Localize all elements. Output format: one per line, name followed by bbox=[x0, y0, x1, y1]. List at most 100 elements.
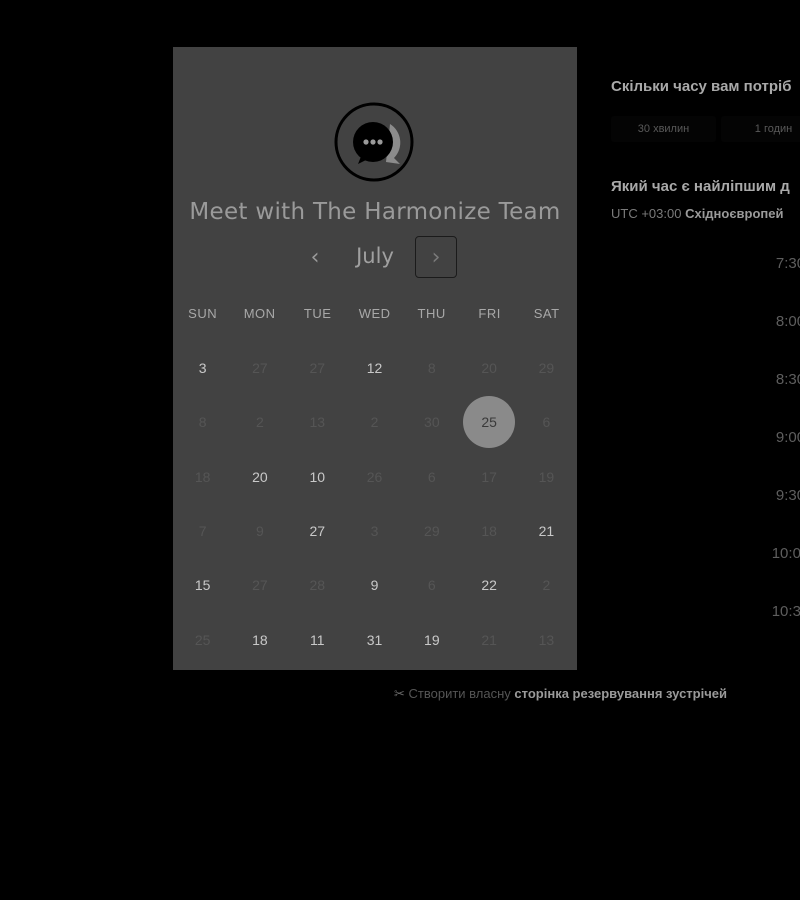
calendar-day-label: 18 bbox=[481, 523, 497, 540]
calendar-day: 6 bbox=[403, 450, 460, 504]
next-month-button[interactable]: › bbox=[415, 236, 457, 278]
calendar-day: 28 bbox=[289, 558, 346, 612]
calendar-day-label: 7 bbox=[198, 523, 207, 540]
calendar-panel: Meet with The Harmonize Team ‹ July › SU… bbox=[173, 47, 577, 670]
calendar-day: 18 bbox=[174, 450, 231, 504]
calendar-day-label: 27 bbox=[252, 577, 268, 594]
calendar-day: 29 bbox=[403, 504, 460, 558]
time-slot[interactable]: 10:30 pm bbox=[703, 591, 800, 631]
calendar-day-label: 6 bbox=[427, 468, 436, 485]
duration-option-30-min[interactable]: 30 хвилин bbox=[611, 116, 716, 142]
month-navigation: ‹ July › bbox=[173, 236, 577, 278]
calendar-day-label: 21 bbox=[481, 631, 497, 648]
weekday-sat: SAT bbox=[533, 306, 560, 321]
time-question: Який час є найліпшим д bbox=[611, 178, 790, 195]
calendar-day-label: 29 bbox=[538, 360, 555, 377]
calendar-day: 13 bbox=[289, 395, 346, 449]
calendar-day[interactable]: 11 bbox=[289, 613, 346, 667]
calendar-day[interactable]: 31 bbox=[346, 613, 403, 667]
weekday-thu: THU bbox=[417, 306, 446, 321]
calendar-day[interactable]: 10 bbox=[289, 450, 346, 504]
calendar-day: 29 bbox=[518, 341, 575, 395]
time-slot[interactable]: 8:30 pm bbox=[703, 359, 800, 399]
create-booking-page-link[interactable]: сторінка резервування зустрічей bbox=[514, 686, 727, 701]
calendar-day: 8 bbox=[174, 395, 231, 449]
calendar-day-label: 18 bbox=[252, 631, 268, 648]
calendar-day[interactable]: 27 bbox=[289, 504, 346, 558]
page: Meet with The Harmonize Team ‹ July › SU… bbox=[0, 0, 800, 900]
calendar-day-label: 26 bbox=[366, 468, 383, 485]
calendar-day: 2 bbox=[346, 395, 403, 449]
calendar-day: 26 bbox=[346, 450, 403, 504]
calendar-day[interactable]: 12 bbox=[346, 341, 403, 395]
calendar-day[interactable]: 20 bbox=[231, 450, 288, 504]
calendar-day-label: 15 bbox=[194, 577, 211, 594]
calendar-day-label: 27 bbox=[252, 360, 268, 377]
chevron-left-icon: ‹ bbox=[310, 244, 320, 270]
calendar-day-label: 18 bbox=[194, 468, 211, 485]
calendar-day-label: 29 bbox=[424, 523, 440, 540]
calendar-day-label: 9 bbox=[370, 577, 379, 594]
calendar-day[interactable]: 21 bbox=[518, 504, 575, 558]
time-slot[interactable]: 7:30 pm bbox=[703, 243, 800, 283]
calendar-day-label: 27 bbox=[309, 360, 326, 377]
calendar-day-label: 2 bbox=[370, 414, 379, 431]
calendar-day: 6 bbox=[403, 558, 460, 612]
calendar-day-label: 22 bbox=[481, 577, 497, 594]
weekday-wed: WED bbox=[358, 306, 391, 321]
calendar-day: 8 bbox=[403, 341, 460, 395]
calendar-day: 27 bbox=[231, 558, 288, 612]
booking-options: Скільки часу вам потріб 30 хвилин 1 годи… bbox=[611, 78, 800, 638]
weekday-sun: SUN bbox=[188, 306, 218, 321]
booking-title: Meet with The Harmonize Team bbox=[189, 199, 561, 225]
timezone-selector[interactable]: UTC +03:00 Східноєвропей bbox=[611, 206, 783, 221]
calendar-day-label: 13 bbox=[309, 414, 326, 431]
calendar-day: 2 bbox=[231, 395, 288, 449]
weekday-tue: TUE bbox=[303, 306, 332, 321]
calendar-day-label: 21 bbox=[538, 523, 555, 540]
calendar-day-label: 20 bbox=[252, 468, 268, 485]
calendar-day-label: 11 bbox=[309, 631, 325, 648]
calendar-day-label: 19 bbox=[538, 468, 555, 485]
time-slot[interactable]: 10:00 pm bbox=[703, 533, 800, 573]
harmonize-logo-icon bbox=[334, 102, 414, 182]
calendar-day: 30 bbox=[403, 395, 460, 449]
calendar-day[interactable]: 3 bbox=[174, 341, 231, 395]
calendar-day-label: 3 bbox=[198, 360, 207, 377]
duration-question: Скільки часу вам потріб bbox=[611, 78, 792, 95]
scissors-icon: ✂ bbox=[394, 686, 405, 701]
calendar-day-label: 25 bbox=[463, 396, 516, 449]
calendar-day-label: 28 bbox=[309, 577, 326, 594]
weekday-header: SUN MON TUE WED THU FRI SAT bbox=[173, 306, 577, 326]
calendar-day-label: 20 bbox=[481, 360, 497, 377]
time-slot[interactable]: 8:00 pm bbox=[703, 301, 800, 341]
calendar-day: 18 bbox=[461, 504, 518, 558]
calendar-day-label: 31 bbox=[366, 631, 383, 648]
calendar-day[interactable]: 22 bbox=[461, 558, 518, 612]
calendar-day: 17 bbox=[461, 450, 518, 504]
calendar-day: 7 bbox=[174, 504, 231, 558]
calendar-day[interactable]: 18 bbox=[231, 613, 288, 667]
calendar-day-label: 25 bbox=[194, 631, 211, 648]
calendar-day-label: 10 bbox=[309, 468, 326, 485]
calendar-day-selected[interactable]: 25 bbox=[461, 395, 518, 449]
duration-option-1-hour[interactable]: 1 годин bbox=[721, 116, 800, 142]
calendar-day: 3 bbox=[346, 504, 403, 558]
calendar-day[interactable]: 15 bbox=[174, 558, 231, 612]
calendar-day: 21 bbox=[461, 613, 518, 667]
calendar-day[interactable]: 9 bbox=[346, 558, 403, 612]
calendar-day-label: 19 bbox=[424, 631, 440, 648]
timezone-name: Східноєвропей bbox=[685, 206, 784, 221]
calendar-day: 6 bbox=[518, 395, 575, 449]
time-slot[interactable]: 9:30 pm bbox=[703, 475, 800, 515]
weekday-fri: FRI bbox=[478, 306, 501, 321]
time-slot[interactable]: 9:00 pm bbox=[703, 417, 800, 457]
calendar-day[interactable]: 19 bbox=[403, 613, 460, 667]
month-label: July bbox=[356, 244, 394, 268]
calendar-day: 27 bbox=[289, 341, 346, 395]
previous-month-button[interactable]: ‹ bbox=[295, 236, 335, 278]
calendar-day: 19 bbox=[518, 450, 575, 504]
calendar-day-label: 2 bbox=[256, 414, 264, 431]
calendar-day: 2 bbox=[518, 558, 575, 612]
calendar-day-label: 12 bbox=[366, 360, 383, 377]
